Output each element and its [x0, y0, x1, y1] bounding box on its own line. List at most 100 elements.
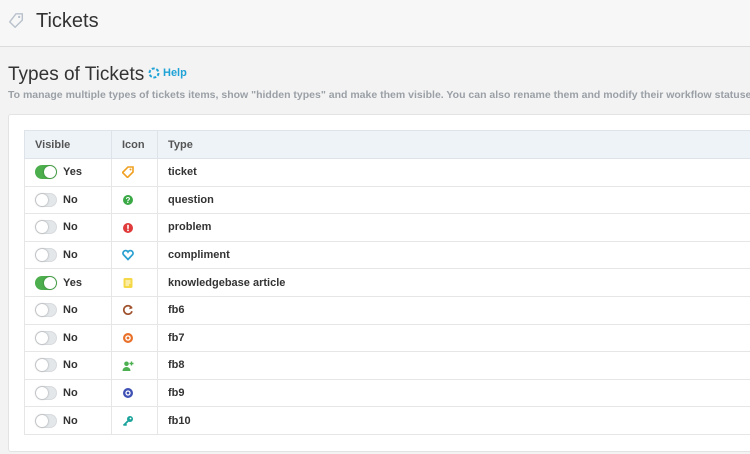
visibility-control: No [35, 192, 101, 207]
table-row: No compliment [24, 240, 750, 270]
column-header-type: Type [157, 130, 750, 159]
document-icon [123, 277, 133, 288]
type-cell[interactable]: fb10 [157, 406, 750, 435]
visibility-label: Yes [63, 166, 82, 179]
visibility-label: No [63, 304, 78, 317]
visibility-label: No [63, 221, 78, 234]
visibility-toggle[interactable] [35, 165, 57, 180]
visibility-control: No [35, 386, 101, 401]
visible-cell: No [24, 295, 112, 325]
type-cell[interactable]: fb6 [157, 295, 750, 325]
table-row: Yes ticket [24, 158, 750, 187]
toggle-knob [36, 414, 48, 427]
toggle-knob [36, 249, 48, 262]
column-header-visible: Visible [24, 130, 112, 159]
key-icon [122, 415, 133, 426]
help-label: Help [163, 67, 187, 79]
visibility-toggle[interactable] [35, 330, 57, 345]
visible-cell: No [24, 213, 112, 242]
visibility-label: No [63, 359, 78, 372]
type-cell[interactable]: fb9 [157, 378, 750, 408]
visible-cell: No [24, 323, 112, 353]
visible-cell: Yes [24, 158, 112, 187]
icon-cell [111, 240, 158, 270]
type-cell[interactable]: ticket [157, 158, 750, 187]
help-link[interactable]: Help [148, 67, 187, 79]
table-row: No ? question [24, 185, 750, 215]
visible-cell: No [24, 406, 112, 435]
visibility-control: No [35, 303, 101, 318]
icon-cell [111, 295, 158, 325]
section-title: Types of Tickets [8, 64, 145, 85]
visibility-label: No [63, 193, 78, 206]
visibility-label: No [63, 414, 78, 427]
toggle-knob [36, 193, 48, 206]
toggle-knob [36, 304, 48, 317]
target-icon [123, 332, 133, 343]
visibility-control: No [35, 413, 101, 428]
at-icon [123, 388, 133, 399]
visible-cell: No [24, 240, 112, 270]
icon-cell [111, 158, 158, 187]
type-cell[interactable]: knowledgebase article [157, 268, 750, 297]
type-cell[interactable]: problem [157, 213, 750, 242]
table-row: No fb7 [24, 323, 750, 353]
visibility-toggle[interactable] [35, 358, 57, 373]
type-cell[interactable]: fb8 [157, 351, 750, 380]
visible-cell: Yes [24, 268, 112, 297]
section-description: To manage multiple types of tickets item… [8, 89, 750, 101]
column-header-icon: Icon [111, 130, 158, 159]
icon-cell [111, 268, 158, 297]
type-cell[interactable]: compliment [157, 240, 750, 270]
icon-cell [111, 378, 158, 408]
visible-cell: No [24, 185, 112, 215]
table-row: No fb9 [24, 378, 750, 408]
visibility-toggle[interactable] [35, 303, 57, 318]
ticket-types-table: Visible Icon Type Yes ticket No ? questi… [24, 130, 750, 435]
icon-cell [111, 213, 158, 242]
type-cell[interactable]: fb7 [157, 323, 750, 353]
visibility-toggle[interactable] [35, 248, 57, 263]
visibility-toggle[interactable] [35, 220, 57, 235]
visibility-control: No [35, 220, 101, 235]
visibility-control: No [35, 358, 101, 373]
visibility-label: No [63, 249, 78, 262]
table-row: No fb6 [24, 295, 750, 325]
toggle-knob [36, 221, 48, 234]
visibility-toggle[interactable] [35, 275, 57, 290]
visibility-toggle[interactable] [35, 413, 57, 428]
visibility-label: No [63, 387, 78, 400]
icon-cell [111, 323, 158, 353]
top-bar: Tickets [0, 0, 750, 47]
page-title: Tickets [36, 10, 99, 32]
icon-cell [111, 351, 158, 380]
visibility-control: Yes [35, 165, 101, 180]
heart-icon [122, 249, 134, 261]
toggle-knob [36, 387, 48, 400]
toggle-knob [44, 166, 56, 179]
visibility-toggle[interactable] [35, 386, 57, 401]
user-add-icon [122, 361, 134, 371]
table-row: No fb10 [24, 406, 750, 435]
table-row: No problem [24, 213, 750, 242]
visibility-label: Yes [63, 276, 82, 289]
toggle-knob [44, 276, 56, 289]
visibility-control: Yes [35, 275, 101, 290]
ticket-types-panel: Visible Icon Type Yes ticket No ? questi… [8, 114, 750, 452]
refresh-icon [122, 305, 133, 316]
icon-cell [111, 406, 158, 435]
visibility-control: No [35, 330, 101, 345]
problem-icon [123, 222, 133, 233]
question-icon: ? [123, 194, 133, 205]
visibility-control: No [35, 248, 101, 263]
visible-cell: No [24, 351, 112, 380]
table-row: No fb8 [24, 351, 750, 380]
type-cell[interactable]: question [157, 185, 750, 215]
table-header-row: Visible Icon Type [24, 130, 750, 159]
visibility-label: No [63, 331, 78, 344]
icon-cell: ? [111, 185, 158, 215]
help-icon [148, 67, 160, 79]
svg-text:?: ? [126, 196, 131, 205]
visibility-toggle[interactable] [35, 192, 57, 207]
ticket-icon [122, 166, 134, 179]
